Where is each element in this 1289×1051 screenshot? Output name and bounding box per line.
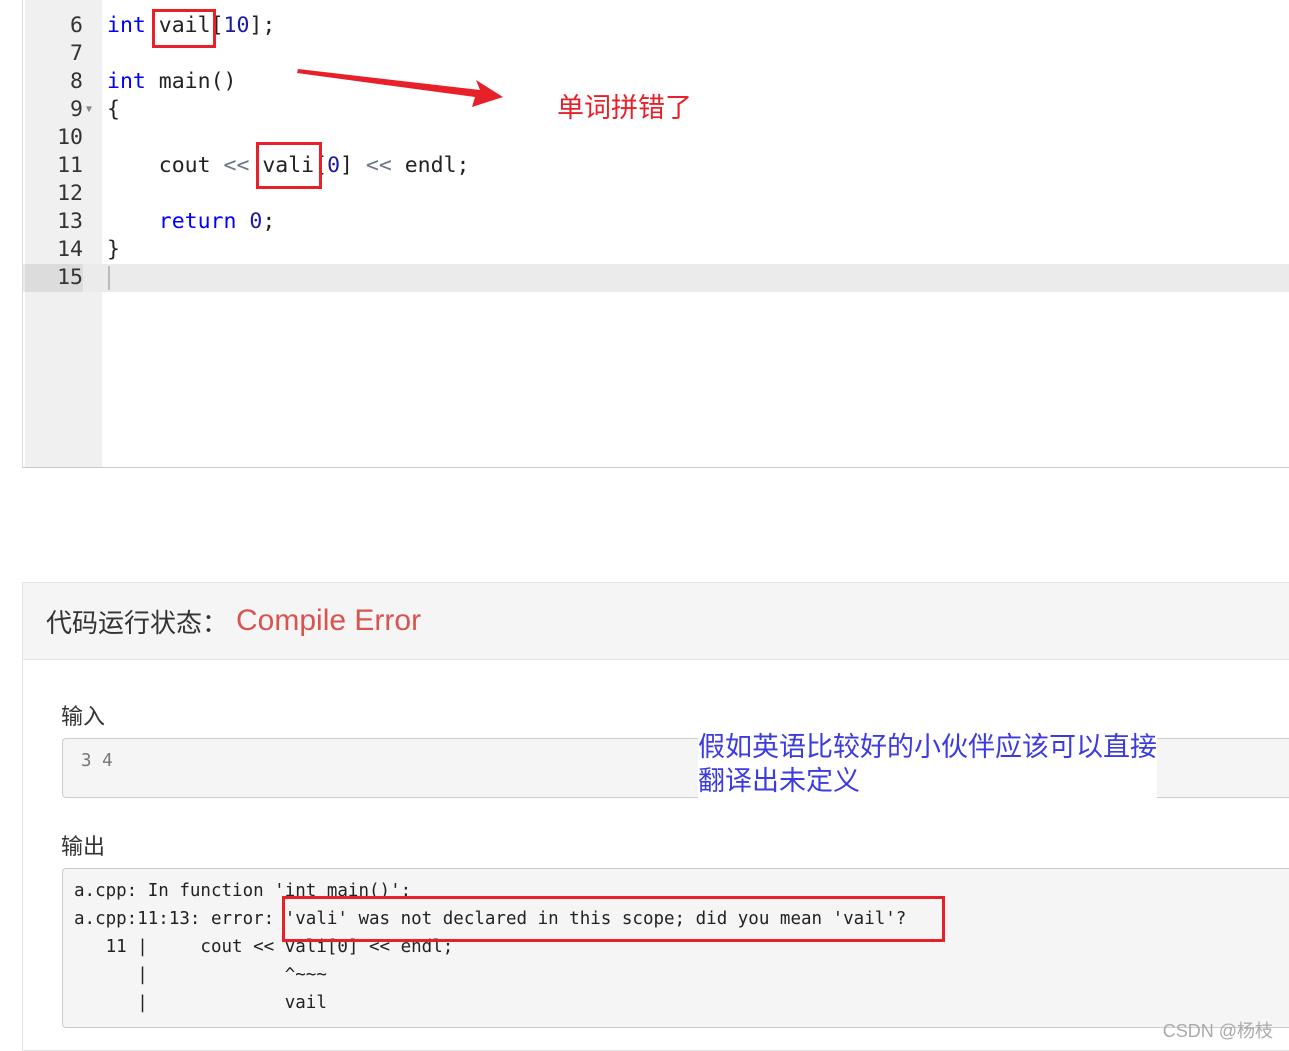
- output-label: 输出: [61, 834, 106, 859]
- input-label: 输入: [61, 704, 106, 729]
- output-box: a.cpp: In function 'int main()': a.cpp:11…: [62, 868, 1289, 1028]
- arrow-right-icon: [297, 69, 503, 107]
- status-label: 代码运行状态：: [46, 607, 229, 638]
- highlight-box-error: [282, 896, 945, 942]
- annotation-spelling: 单词拼错了: [557, 93, 692, 123]
- run-result-panel: 代码运行状态： Compile Error 输入 3 4 输出 a.cpp: I…: [22, 582, 1289, 1051]
- run-status-header: 代码运行状态： Compile Error: [23, 583, 1289, 660]
- watermark: CSDN @杨枝: [1162, 1021, 1273, 1041]
- status-value: Compile Error: [236, 604, 422, 637]
- annotation-hint: 假如英语比较好的小伙伴应该可以直接 翻译出未定义: [698, 730, 1157, 798]
